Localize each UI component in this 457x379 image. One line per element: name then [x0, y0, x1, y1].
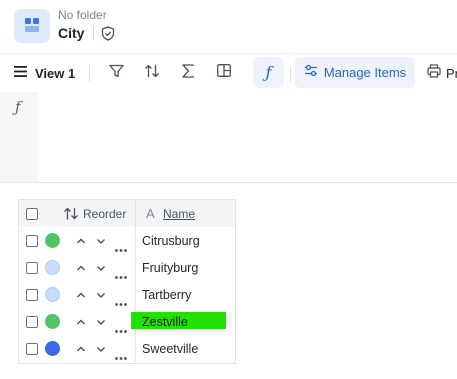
name-column-header[interactable]: Name: [163, 207, 195, 221]
table-row[interactable]: Citrusburg: [19, 227, 235, 255]
move-down-icon[interactable]: [95, 261, 107, 273]
name-cell[interactable]: Zestville: [142, 315, 188, 329]
more-options-icon[interactable]: [115, 293, 127, 306]
move-down-icon[interactable]: [95, 342, 107, 354]
table-header: Reorder A Name: [19, 200, 235, 228]
table-row[interactable]: Zestville: [19, 308, 235, 336]
move-up-icon[interactable]: [75, 261, 87, 273]
more-options-icon[interactable]: [115, 239, 127, 252]
table-row[interactable]: Sweetville: [19, 335, 235, 362]
move-up-icon[interactable]: [75, 315, 87, 327]
formula-bar: ƒ: [0, 92, 457, 182]
sort-button[interactable]: [141, 54, 163, 92]
move-up-icon[interactable]: [75, 234, 87, 246]
status-color-dot[interactable]: [45, 314, 60, 329]
sigma-icon: [181, 63, 195, 83]
row-checkbox[interactable]: [26, 316, 38, 328]
name-cell[interactable]: Sweetville: [142, 342, 198, 356]
more-options-icon[interactable]: [115, 347, 127, 360]
view-toolbar: View 1 ƒ Manage Items Pr: [0, 53, 457, 93]
page-title[interactable]: City: [58, 25, 84, 41]
row-checkbox[interactable]: [26, 289, 38, 301]
table-row[interactable]: Fruityburg: [19, 254, 235, 282]
sort-icon: [144, 64, 160, 83]
formula-input[interactable]: [38, 92, 457, 182]
summary-button[interactable]: [178, 54, 198, 92]
hamburger-menu-icon: [14, 64, 27, 82]
app-header: No folder City: [0, 0, 457, 52]
move-up-icon[interactable]: [75, 342, 87, 354]
name-cell[interactable]: Tartberry: [142, 288, 191, 302]
status-color-dot[interactable]: [45, 287, 60, 302]
view-name-label: View 1: [35, 65, 76, 81]
sort-icon: [63, 207, 79, 225]
sliders-icon: [304, 64, 318, 82]
formula-divider: [0, 182, 457, 183]
status-color-dot[interactable]: [45, 233, 60, 248]
folder-label[interactable]: No folder: [58, 8, 107, 22]
status-color-dot[interactable]: [45, 260, 60, 275]
manage-items-button[interactable]: Manage Items: [295, 57, 415, 88]
move-down-icon[interactable]: [95, 315, 107, 327]
items-table: Reorder A Name Citrusburg Fruityburg Tartb…: [18, 199, 236, 364]
row-checkbox[interactable]: [26, 343, 38, 355]
column-divider: [135, 281, 136, 308]
more-options-icon[interactable]: [115, 320, 127, 333]
move-down-icon[interactable]: [95, 288, 107, 300]
table-row[interactable]: Tartberry: [19, 281, 235, 309]
more-options-icon[interactable]: [115, 266, 127, 279]
title-divider: [93, 26, 95, 40]
column-divider: [135, 335, 136, 362]
shield-check-icon[interactable]: [100, 25, 116, 41]
name-cell[interactable]: Fruityburg: [142, 261, 198, 275]
column-divider: [135, 227, 136, 254]
layout-columns-icon: [217, 64, 231, 82]
function-icon: ƒ: [265, 63, 272, 82]
formula-gutter: ƒ: [0, 92, 38, 182]
row-checkbox[interactable]: [26, 262, 38, 274]
move-up-icon[interactable]: [75, 288, 87, 300]
formula-button[interactable]: ƒ: [253, 57, 284, 88]
toolbar-divider: [89, 66, 90, 82]
printer-icon: [427, 63, 441, 83]
function-icon: ƒ: [15, 98, 21, 116]
status-color-dot[interactable]: [45, 341, 60, 356]
manage-items-label: Manage Items: [323, 65, 407, 80]
row-checkbox[interactable]: [26, 235, 38, 247]
reorder-column-header[interactable]: Reorder: [83, 207, 126, 221]
layout-button[interactable]: [214, 54, 234, 92]
print-button[interactable]: Pr: [427, 54, 457, 92]
select-all-checkbox[interactable]: [26, 208, 38, 220]
table-app-icon[interactable]: [14, 9, 50, 43]
column-divider: [135, 254, 136, 281]
view-selector[interactable]: View 1: [14, 54, 75, 92]
column-divider: [135, 200, 136, 227]
filter-button[interactable]: [106, 54, 126, 92]
print-label: Pr: [446, 65, 457, 81]
move-down-icon[interactable]: [95, 234, 107, 246]
name-cell[interactable]: Citrusburg: [142, 234, 200, 248]
toolbar-divider: [290, 66, 291, 82]
text-type-icon: A: [146, 206, 155, 221]
filter-icon: [108, 64, 124, 83]
